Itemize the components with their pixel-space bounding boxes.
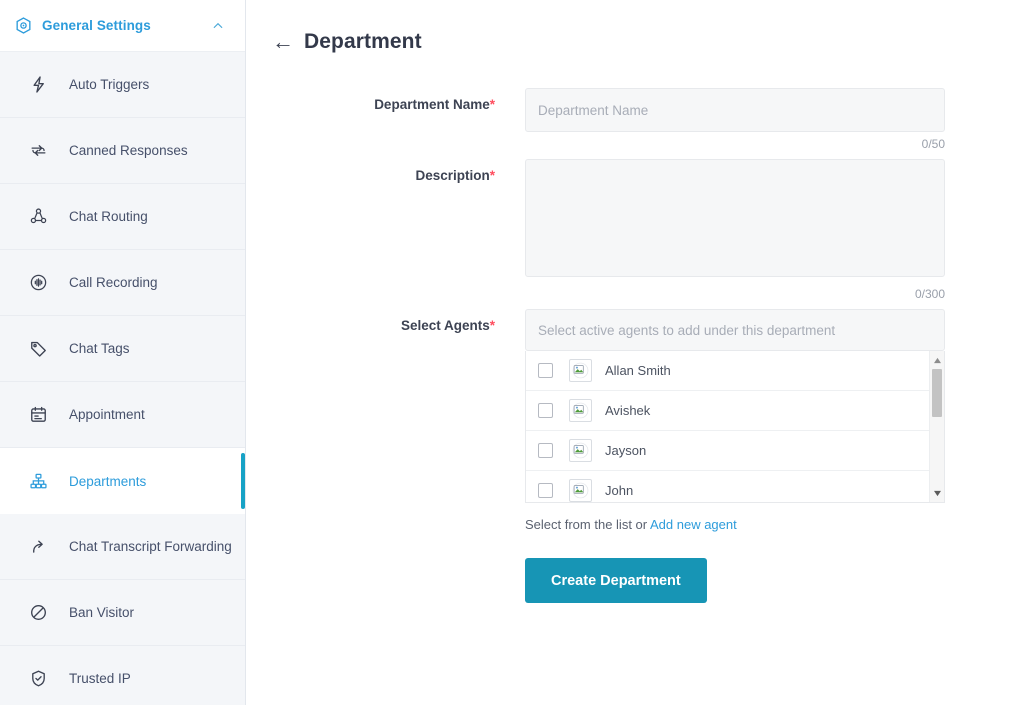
sidebar-title: General Settings [42,18,151,33]
sidebar-item-auto-triggers[interactable]: Auto Triggers [0,52,245,118]
select-agents-placeholder: Select active agents to add under this d… [538,322,836,338]
lightning-bolt-icon [26,73,50,97]
no-entry-icon [26,601,50,625]
avatar [569,439,592,462]
settings-sidebar: General Settings Auto Triggers Canned Re… [0,0,246,705]
department-name-counter: 0/50 [921,137,945,151]
form-row-select-agents: Select Agents* Select active agents to a… [246,309,1024,603]
scrollbar-thumb[interactable] [932,369,942,417]
audio-wave-circle-icon [26,271,50,295]
helper-prefix: Select from the list or [525,517,650,532]
org-chart-icon [26,469,50,493]
description-label: Description* [246,159,525,301]
avatar [569,399,592,422]
agent-name: Jayson [605,443,647,458]
sidebar-item-trusted-ip[interactable]: Trusted IP [0,646,245,705]
sidebar-item-chat-routing[interactable]: Chat Routing [0,184,245,250]
sidebar-item-label: Chat Routing [69,209,148,224]
agents-list-scrollbar[interactable] [929,351,944,502]
department-name-input[interactable] [525,88,945,132]
sidebar-item-label: Auto Triggers [69,77,150,92]
back-arrow-icon[interactable]: ← [272,31,294,53]
app-root: General Settings Auto Triggers Canned Re… [0,0,1024,705]
page-header: ← Department [246,0,1024,54]
label-text: Department Name [374,97,490,112]
description-counter: 0/300 [914,287,945,301]
form-row-department-name: Department Name* 0/50 [246,88,1024,151]
sidebar-item-label: Trusted IP [69,671,131,686]
chevron-up-icon[interactable] [209,19,227,33]
list-item[interactable]: Jayson [526,431,929,471]
sidebar-item-call-recording[interactable]: Call Recording [0,250,245,316]
shield-check-icon [26,667,50,691]
forward-arrow-icon [26,535,50,559]
form-row-description: Description* 0/300 [246,159,1024,301]
agent-name: Allan Smith [605,363,671,378]
agents-dropdown-list: Allan Smith Avishek Jayson John [525,351,945,503]
department-name-label: Department Name* [246,88,525,151]
sidebar-item-departments[interactable]: Departments [0,448,245,514]
create-department-button[interactable]: Create Department [525,558,707,603]
sidebar-item-label: Canned Responses [69,143,188,158]
sidebar-item-ban-visitor[interactable]: Ban Visitor [0,580,245,646]
required-asterisk: * [489,97,495,112]
agent-checkbox[interactable] [538,403,553,418]
sidebar-item-label: Appointment [69,407,145,422]
triangle-up-icon[interactable] [930,353,944,367]
agent-name: John [605,483,634,498]
agent-checkbox[interactable] [538,443,553,458]
description-field-wrap: 0/300 [525,159,945,301]
sidebar-item-label: Departments [69,473,147,489]
label-text: Description [415,168,490,183]
list-item[interactable]: Allan Smith [526,351,929,391]
description-textarea[interactable] [525,159,945,277]
sidebar-item-canned-responses[interactable]: Canned Responses [0,118,245,184]
agents-helper-text: Select from the list or Add new agent [525,517,945,532]
list-item[interactable]: Avishek [526,391,929,431]
required-asterisk: * [489,318,495,333]
sidebar-header[interactable]: General Settings [0,0,245,52]
sidebar-item-label: Ban Visitor [69,605,135,620]
sidebar-item-appointment[interactable]: Appointment [0,382,245,448]
sidebar-item-list: Auto Triggers Canned Responses Chat Rout… [0,52,245,705]
required-asterisk: * [489,168,495,183]
agent-checkbox[interactable] [538,363,553,378]
avatar [569,479,592,502]
select-agents-field-wrap: Select active agents to add under this d… [525,309,945,603]
tag-icon [26,337,50,361]
main-content: ← Department Department Name* 0/50 Descr… [246,0,1024,705]
sidebar-item-label: Call Recording [69,275,158,290]
agents-options: Allan Smith Avishek Jayson John [526,351,929,502]
agent-name: Avishek [605,403,651,418]
calendar-icon [26,403,50,427]
sidebar-item-chat-transcript-forwarding[interactable]: Chat Transcript Forwarding [0,514,245,580]
hexagon-target-icon [10,16,36,35]
sidebar-item-label: Chat Tags [69,341,130,356]
select-agents-input[interactable]: Select active agents to add under this d… [525,309,945,351]
list-item[interactable]: John [526,471,929,502]
department-form: Department Name* 0/50 Description* 0/300 [246,88,1024,603]
triangle-down-icon[interactable] [930,486,944,500]
label-text: Select Agents [400,318,490,333]
page-title: Department [304,30,422,53]
department-name-field-wrap: 0/50 [525,88,945,151]
sidebar-item-chat-tags[interactable]: Chat Tags [0,316,245,382]
select-agents-label: Select Agents* [246,309,525,603]
sidebar-item-label: Chat Transcript Forwarding [69,539,232,554]
agent-checkbox[interactable] [538,483,553,498]
add-new-agent-link[interactable]: Add new agent [650,517,737,532]
routing-nodes-icon [26,205,50,229]
refresh-loop-icon [26,139,50,163]
avatar [569,359,592,382]
